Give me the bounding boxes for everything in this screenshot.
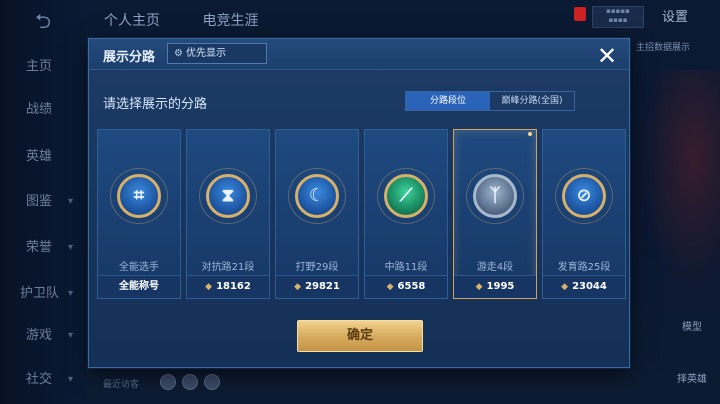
nav-item-games[interactable]: 游戏 ▾ (0, 322, 86, 350)
card-value: ◆ 23044 (543, 275, 625, 298)
lane-card-mid[interactable]: ⟋ 中路11段 ◆ 6558 (364, 129, 448, 299)
chevron-down-icon: ▾ (68, 374, 74, 385)
select-hero-button[interactable]: 择英雄 (677, 370, 707, 385)
card-value: ◆ 18162 (187, 275, 269, 298)
lane-card-jungle[interactable]: ☾ 打野29段 ◆ 29821 (275, 129, 359, 299)
hero-artwork (640, 70, 720, 290)
card-label: 发育路25段 (557, 262, 611, 273)
card-label: 全能选手 (119, 262, 159, 273)
top-tabs: 个人主页 电竞生涯 (104, 10, 296, 30)
card-value-text: 全能称号 (119, 281, 159, 292)
nav-item-guard[interactable]: 护卫队 ▾ (0, 280, 86, 308)
card-value-text: 18162 (216, 281, 251, 292)
card-label: 打野29段 (295, 262, 339, 273)
settings-button[interactable]: 设置 (662, 6, 688, 25)
avatar[interactable] (160, 374, 176, 390)
roam-emblem-icon: ᛉ (473, 174, 517, 218)
nav-item-social[interactable]: 社交 ▾ (0, 366, 86, 394)
lane-card-all-round[interactable]: ⌗ 全能选手 全能称号 (97, 129, 181, 299)
rank-chevron-icon: ◆ (386, 282, 394, 292)
tab-lane-rank[interactable]: 分路段位 (406, 92, 490, 110)
chevron-down-icon: ▾ (68, 196, 74, 207)
card-value: ◆ 29821 (276, 275, 358, 298)
model-button[interactable]: 模型 (682, 318, 702, 333)
close-icon[interactable]: ✕ (593, 43, 621, 69)
lane-display-dialog: 展示分路 ⚙ 优先显示 ✕ 请选择展示的分路 分路段位 巅峰分路(全国) ⌗ 全能… (88, 38, 630, 368)
avatar[interactable] (182, 374, 198, 390)
back-arrow-icon[interactable]: ⮌ (26, 10, 60, 32)
card-value: ◆ 1995 (454, 275, 536, 298)
card-label: 对抗路21段 (201, 262, 255, 273)
lane-card-list: ⌗ 全能选手 全能称号 ⧗ 对抗路21段 ◆ 18162 ☾ 打野29段 ◆ 298… (97, 129, 626, 299)
info-badge: ▪▪▪▪▪ ▪▪▪▪ (592, 6, 644, 28)
rank-chevron-icon: ◆ (561, 282, 569, 292)
rank-chevron-icon: ◆ (475, 282, 483, 292)
nav-label: 荣誉 (26, 240, 53, 255)
nav-label: 护卫队 (20, 286, 60, 301)
select-prompt: 请选择展示的分路 (103, 97, 208, 112)
rank-chevron-icon: ◆ (294, 282, 302, 292)
nav-item-heroes[interactable]: 英雄 (0, 143, 86, 171)
chevron-down-icon: ▾ (68, 288, 74, 299)
data-display-link[interactable]: 主招数据展示 (636, 40, 720, 53)
lane-card-clash[interactable]: ⧗ 对抗路21段 ◆ 18162 (186, 129, 270, 299)
lane-card-roam[interactable]: ᛉ 游走4段 ◆ 1995 (453, 129, 537, 299)
chevron-down-icon: ▾ (68, 242, 74, 253)
jungle-emblem-icon: ☾ (295, 174, 339, 218)
chevron-down-icon: ▾ (68, 330, 74, 341)
recent-visitors-label: 最近访客 (103, 380, 140, 390)
nav-label: 游戏 (26, 328, 53, 343)
nav-item-records[interactable]: 战绩 (0, 96, 86, 124)
nav-label: 社交 (26, 372, 53, 387)
clash-lane-emblem-icon: ⧗ (206, 174, 250, 218)
lane-mode-toggle: 分路段位 巅峰分路(全国) (405, 91, 575, 111)
rank-chevron-icon: ◆ (205, 282, 213, 292)
card-value-text: 1995 (486, 281, 515, 292)
dialog-header: 展示分路 ⚙ 优先显示 ✕ (89, 39, 629, 70)
card-value: 全能称号 (98, 275, 180, 298)
card-value-text: 6558 (397, 281, 426, 292)
all-round-emblem-icon: ⌗ (117, 174, 161, 218)
card-label: 中路11段 (384, 262, 428, 273)
tab-profile[interactable]: 个人主页 (104, 10, 160, 30)
card-value: ◆ 6558 (365, 275, 447, 298)
farm-lane-emblem-icon: ⊘ (562, 174, 606, 218)
lane-card-farm[interactable]: ⊘ 发育路25段 ◆ 23044 (542, 129, 626, 299)
nav-item-honor[interactable]: 荣誉 ▾ (0, 234, 86, 262)
nav-item-home[interactable]: 主页 (0, 53, 86, 81)
nav-label: 图鉴 (26, 194, 53, 209)
card-value-text: 29821 (305, 281, 340, 292)
card-value-text: 23044 (572, 281, 607, 292)
card-label: 游走4段 (476, 262, 514, 273)
gear-icon: ⚙ (174, 48, 183, 59)
avatar[interactable] (204, 374, 220, 390)
selected-indicator (528, 132, 532, 136)
notification-icon (574, 7, 586, 21)
confirm-button[interactable]: 确定 (297, 320, 423, 352)
nav-item-gallery[interactable]: 图鉴 ▾ (0, 188, 86, 216)
mid-lane-emblem-icon: ⟋ (384, 174, 428, 218)
tab-peak-lane-national[interactable]: 巅峰分路(全国) (490, 92, 574, 110)
dialog-title: 展示分路 (103, 50, 156, 65)
priority-display-button[interactable]: ⚙ 优先显示 (167, 43, 267, 64)
tab-esports[interactable]: 电竞生涯 (202, 10, 258, 30)
priority-label: 优先显示 (185, 48, 226, 59)
